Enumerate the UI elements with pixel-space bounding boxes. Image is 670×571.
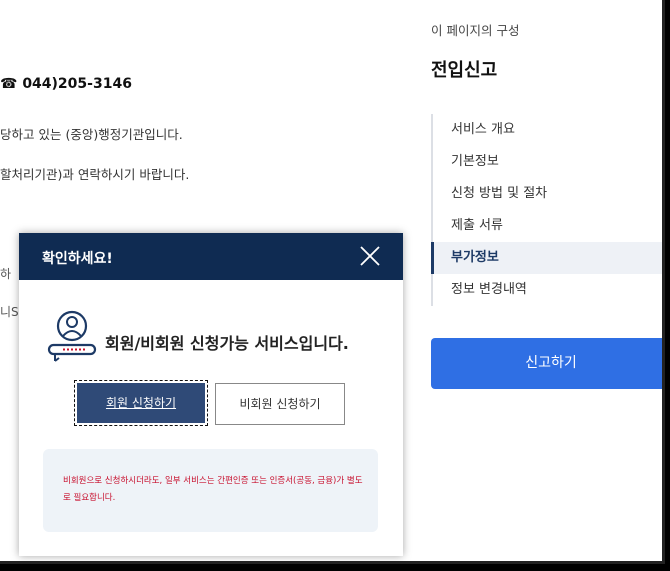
modal-title: 확인하세요!: [42, 251, 113, 267]
member-apply-button[interactable]: 회원 신청하기: [74, 380, 208, 426]
report-button[interactable]: 신고하기: [431, 338, 665, 389]
contact-instruction: 할처리기관)과 연락하시기 바랍니다.: [0, 167, 190, 182]
toc-caption: 이 페이지의 구성: [431, 23, 520, 38]
toc-list: 서비스 개요 기본정보 신청 방법 및 절차 제출 서류 부가정보 정보 변경내…: [431, 114, 665, 306]
notice-text: 비회원으로 신청하시더라도, 일부 서비스는 간편인증 또는 인증서(공동, 금…: [63, 476, 363, 503]
close-icon[interactable]: [359, 245, 381, 267]
toc-item-basic-info[interactable]: 기본정보: [433, 146, 665, 178]
toc-item-additional-info[interactable]: 부가정보: [431, 242, 665, 274]
user-form-icon: [45, 309, 111, 367]
obscured-text-2: 니S: [0, 305, 19, 319]
agency-description: 당하고 있는 (중앙)행정기관입니다.: [0, 127, 183, 142]
guest-apply-button[interactable]: 비회원 신청하기: [215, 383, 345, 425]
contact-phone: ☎ 044)205-3146: [0, 76, 132, 92]
toc-item-overview[interactable]: 서비스 개요: [433, 114, 665, 146]
page-frame: ☎ 044)205-3146 당하고 있는 (중앙)행정기관입니다. 할처리기관…: [0, 0, 665, 564]
service-message: 회원/비회원 신청가능 서비스입니다.: [105, 334, 349, 353]
modal-header: 확인하세요!: [19, 233, 403, 280]
notice-box: 비회원으로 신청하시더라도, 일부 서비스는 간편인증 또는 인증서(공동, 금…: [43, 449, 378, 532]
obscured-text-1: 하: [0, 267, 12, 281]
confirm-modal: 확인하세요! 회원/비회원 신청가능 서비스입니다. 회원 신청하기 비회원 신: [19, 233, 403, 556]
toc-item-change-history[interactable]: 정보 변경내역: [433, 274, 665, 306]
page-title: 전입신고: [431, 60, 498, 81]
toc-item-documents[interactable]: 제출 서류: [433, 210, 665, 242]
toc-item-procedure[interactable]: 신청 방법 및 절차: [433, 178, 665, 210]
